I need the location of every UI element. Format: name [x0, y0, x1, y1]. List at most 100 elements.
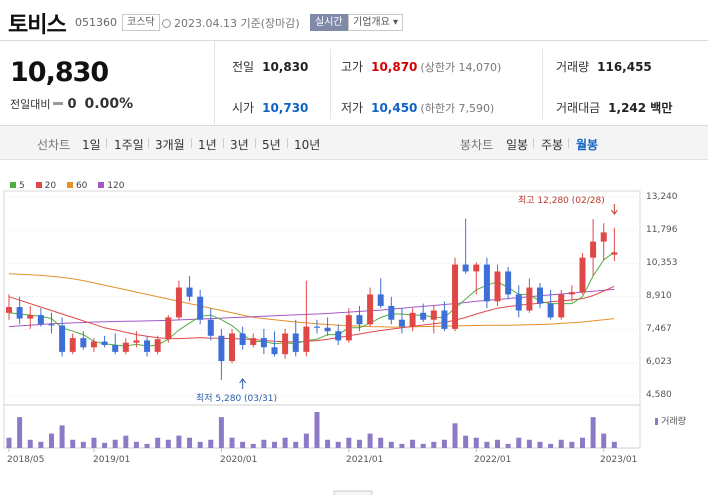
volume-bar — [441, 439, 447, 448]
candle-body — [154, 339, 161, 352]
volume-bar — [229, 437, 235, 448]
x-tick-label: 2021/01 — [346, 455, 384, 465]
tab-weekly[interactable]: 주봉 — [541, 136, 563, 153]
candle-body — [579, 257, 586, 293]
volume-bar — [590, 417, 596, 448]
x-tick-label: 2020/01 — [220, 455, 258, 465]
tab-1week[interactable]: 1주일 — [114, 136, 144, 153]
volume-bar — [548, 443, 554, 448]
volume-bar — [410, 439, 416, 448]
prev-close-cell: 전일 10,830 — [232, 58, 308, 75]
candle-body — [558, 294, 565, 318]
volume-bar — [303, 433, 309, 448]
candle-body — [420, 312, 427, 320]
tab-3years[interactable]: 3년 — [230, 136, 249, 153]
low-cell: 저가 10,450 (하한가 7,590) — [341, 99, 494, 116]
volume-bar — [208, 439, 214, 448]
volume-bar — [27, 439, 33, 448]
ma5-line — [8, 251, 615, 347]
candle-body — [441, 310, 448, 329]
candle-body — [133, 340, 140, 343]
volume-bar — [346, 437, 352, 448]
change-row: 전일대비 0 0.00% — [10, 96, 133, 112]
candle-body — [303, 326, 310, 352]
volume-bar — [272, 441, 277, 448]
candle-body — [600, 232, 607, 242]
volume-bar — [197, 441, 203, 448]
high-value: 10,870 — [371, 60, 418, 74]
base-date: 2023.04.13 기준(장마감) — [162, 15, 300, 31]
change-rate: 0.00% — [84, 96, 134, 112]
tab-1day[interactable]: 1일 — [82, 136, 101, 153]
volume-bar — [218, 417, 224, 448]
tab-daily[interactable]: 일봉 — [506, 136, 528, 153]
price-chart[interactable] — [0, 160, 708, 495]
y-tick-label: 6,023 — [646, 357, 672, 367]
tab-3months[interactable]: 3개월 — [155, 136, 185, 153]
summary-divider — [542, 49, 543, 119]
volume-legend: 거래량 — [655, 414, 686, 427]
high-cell: 고가 10,870 (상한가 14,070) — [341, 58, 501, 75]
candle-body — [186, 287, 193, 297]
candle-body — [48, 324, 55, 326]
candle-body — [473, 264, 480, 272]
candle-body — [69, 338, 76, 352]
volume-bar — [579, 437, 585, 448]
summary-divider — [330, 49, 331, 119]
y-tick-label: 4,580 — [646, 390, 672, 400]
volume-bar — [91, 437, 97, 448]
volume-bar — [388, 441, 394, 448]
chart-period-tabs: 선차트 1일 1주일 3개월 1년 3년 5년 10년 봉차트 일봉 주봉 월봉 — [0, 126, 708, 160]
open-value: 10,730 — [262, 101, 309, 115]
candle-body — [197, 296, 204, 320]
base-date-text: 2023.04.13 기준(장마감) — [174, 17, 300, 30]
candle-body — [388, 305, 395, 320]
volume-bar — [282, 437, 288, 448]
candle-body — [207, 319, 214, 336]
company-overview-button[interactable]: 기업개요 ▾ — [348, 14, 403, 31]
candle-body — [568, 292, 575, 295]
candle-body — [537, 287, 543, 304]
tab-5years[interactable]: 5년 — [262, 136, 281, 153]
candle-body — [324, 327, 331, 332]
volume-bar — [463, 435, 469, 448]
tab-1year[interactable]: 1년 — [198, 136, 217, 153]
candle-body — [175, 287, 182, 318]
candle-body — [37, 315, 44, 325]
candle-body — [494, 271, 501, 302]
volume-bar — [558, 439, 564, 448]
market-badge: 코스닥 — [122, 14, 160, 31]
candle-body — [112, 344, 119, 352]
candle-body — [282, 333, 289, 355]
volume-swatch — [655, 418, 659, 425]
current-price-box: 10,830 전일대비 0 0.00% — [0, 41, 215, 125]
candle-body — [292, 333, 299, 352]
volume-bar — [165, 439, 171, 448]
candle-body — [409, 312, 416, 327]
volume-bar — [601, 433, 607, 448]
realtime-button[interactable]: 실시간 — [310, 14, 348, 31]
y-tick-label: 10,353 — [646, 258, 678, 268]
tab-separator — [255, 138, 256, 148]
candle-body — [122, 342, 129, 352]
x-tick-label: 2023/01 — [600, 455, 638, 465]
volume-bar — [420, 443, 426, 448]
volume-label: 거래량 — [556, 60, 590, 74]
volume-bar — [526, 439, 532, 448]
tab-10years[interactable]: 10년 — [294, 136, 320, 153]
tab-monthly[interactable]: 월봉 — [576, 136, 598, 153]
clock-icon — [162, 19, 171, 28]
candle-body — [101, 341, 108, 345]
volume-bar — [484, 441, 490, 448]
candle-body — [483, 264, 490, 302]
candle-body — [218, 335, 225, 362]
open-cell: 시가 10,730 — [232, 99, 308, 116]
volume-bar — [102, 442, 108, 448]
flat-icon — [53, 102, 64, 105]
candle-body — [345, 315, 352, 341]
change-label: 전일대비 — [10, 98, 51, 111]
low-label: 저가 — [341, 101, 364, 115]
volume-bar — [240, 441, 246, 448]
volume-value: 116,455 — [597, 60, 652, 74]
candle-body — [377, 294, 384, 306]
